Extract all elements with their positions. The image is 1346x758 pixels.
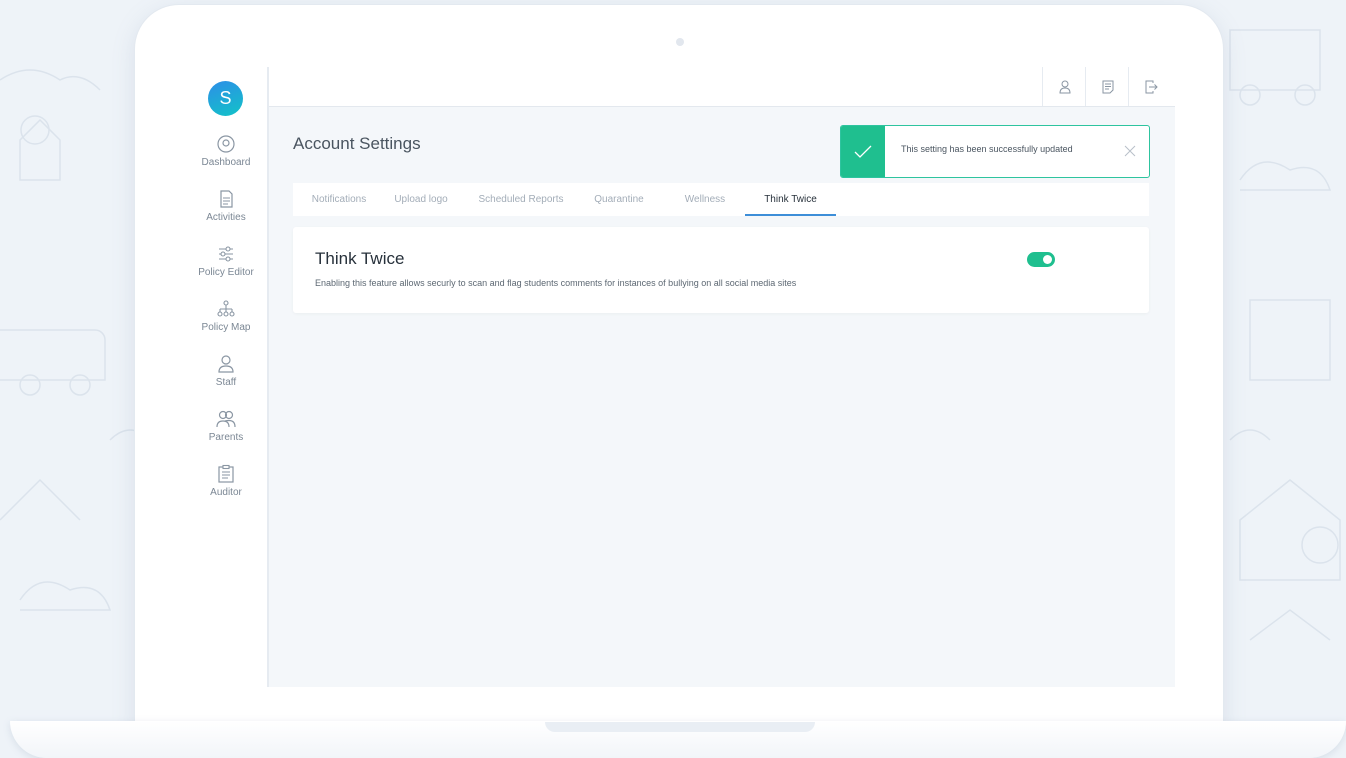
sidebar-item-dashboard[interactable]: Dashboard: [185, 134, 267, 182]
sidebar-item-staff[interactable]: Staff: [185, 354, 267, 402]
users-icon: [216, 410, 236, 428]
toast-message: This setting has been successfully updat…: [901, 144, 1073, 154]
notes-icon: [1102, 80, 1113, 93]
checkmark-icon: [854, 145, 872, 158]
sitemap-icon: [217, 300, 235, 317]
activities-icon: [220, 190, 233, 208]
sidebar-item-label: Staff: [215, 377, 237, 388]
user-account-icon: [1059, 80, 1070, 93]
clipboard-icon: [218, 464, 234, 483]
account-button[interactable]: [1042, 67, 1086, 106]
sidebar-item-label: Parents: [208, 432, 244, 443]
sidebar: S Dashboard Activities Policy Editor Pol…: [185, 67, 269, 687]
sidebar-item-activities[interactable]: Activities: [185, 189, 267, 237]
sidebar-item-auditor[interactable]: Auditor: [185, 464, 267, 512]
success-toast: This setting has been successfully updat…: [840, 125, 1150, 178]
app-screen: S Dashboard Activities Policy Editor Pol…: [185, 67, 1175, 687]
app-logo[interactable]: S: [208, 81, 243, 116]
sidebar-item-label: Activities: [206, 212, 246, 223]
toggle-knob: [1043, 255, 1052, 264]
sidebar-item-label: Policy Editor: [198, 267, 254, 278]
notes-button[interactable]: [1085, 67, 1129, 106]
sliders-icon: [219, 246, 233, 262]
tab-wellness[interactable]: Wellness: [677, 183, 733, 216]
sidebar-item-policy-editor[interactable]: Policy Editor: [185, 244, 267, 292]
laptop-base-notch: [545, 722, 815, 732]
setting-title: Think Twice: [315, 249, 405, 268]
close-icon[interactable]: [1123, 144, 1137, 158]
tab-quarantine[interactable]: Quarantine: [592, 183, 646, 216]
sidebar-item-label: Dashboard: [201, 157, 251, 168]
setting-card: Think Twice Enabling this feature allows…: [293, 227, 1149, 313]
sidebar-item-policy-map[interactable]: Policy Map: [185, 299, 267, 347]
sidebar-item-label: Auditor: [210, 487, 242, 498]
tab-notifications[interactable]: Notifications: [309, 183, 369, 216]
user-icon: [218, 355, 234, 373]
top-bar: [269, 67, 1175, 107]
tab-think-twice[interactable]: Think Twice: [745, 183, 836, 216]
toast-status: [841, 126, 885, 177]
tab-scheduled-reports[interactable]: Scheduled Reports: [476, 183, 566, 216]
settings-tabs: Notifications Upload logo Scheduled Repo…: [293, 183, 1149, 216]
setting-description: Enabling this feature allows securly to …: [315, 278, 797, 288]
logout-icon: [1145, 80, 1158, 93]
tab-upload-logo[interactable]: Upload logo: [392, 183, 450, 216]
logout-button[interactable]: [1128, 67, 1172, 106]
dashboard-icon: [217, 135, 235, 153]
sidebar-item-parents[interactable]: Parents: [185, 409, 267, 457]
sidebar-item-label: Policy Map: [201, 322, 251, 333]
think-twice-toggle[interactable]: [1027, 252, 1055, 267]
page-title: Account Settings: [293, 134, 421, 153]
laptop-camera: [676, 38, 684, 46]
